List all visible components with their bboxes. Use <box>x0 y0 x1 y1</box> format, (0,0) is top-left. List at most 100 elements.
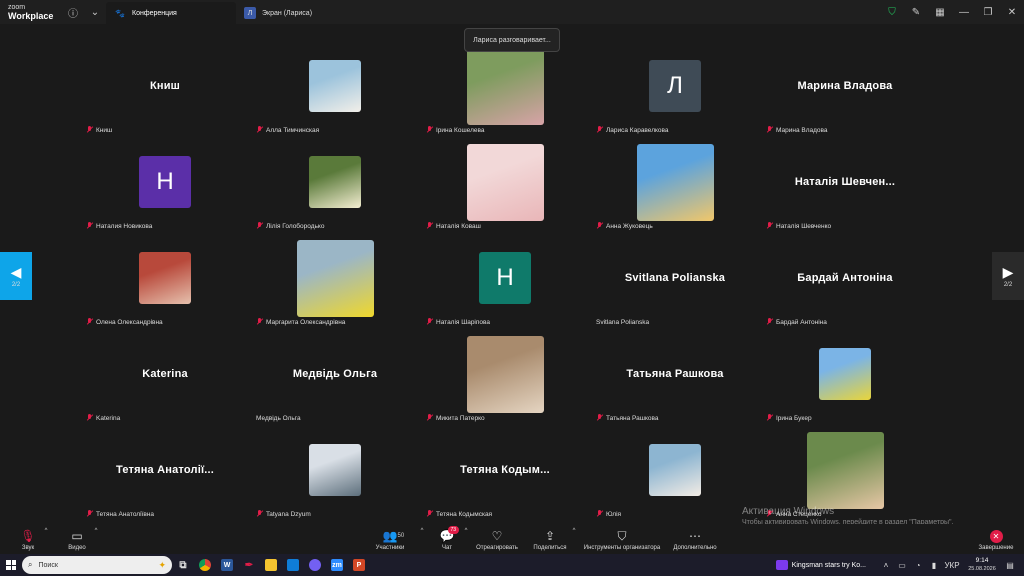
chevron-down-icon[interactable]: ⌄ <box>84 0 106 24</box>
participant-name-label: Марина Владова <box>766 126 828 134</box>
participant-tile[interactable]: Svitlana Polianska Svitlana Polianska <box>590 238 760 334</box>
volume-icon[interactable]: ◔ <box>910 561 926 570</box>
participant-tile[interactable]: Марина Владова Марина Владова <box>760 46 930 142</box>
participant-name-label: Анна Жуковець <box>596 222 653 230</box>
pen-app-icon[interactable]: ✒ <box>238 554 260 576</box>
mic-muted-icon <box>256 126 263 134</box>
participant-name-label: Алла Тимчинская <box>256 126 319 134</box>
share-button[interactable]: ⇪ Поделиться <box>530 526 570 554</box>
shield-icon[interactable]: ⛉ <box>880 0 904 24</box>
host-tools-button[interactable]: ⛉ Инструменты организатора <box>580 526 664 554</box>
audio-button[interactable]: 🎙 Звук <box>14 526 42 554</box>
tab-meeting[interactable]: 🐾 Конференция <box>106 2 236 24</box>
word-icon[interactable]: W <box>216 554 238 576</box>
participant-video-area: Л <box>590 46 760 126</box>
participant-video-area <box>420 334 590 414</box>
chat-button[interactable]: 💬 73 Чат <box>434 526 460 554</box>
participant-tile[interactable]: Тетяна Анатолії... Тетяна Анатоліївна <box>80 430 250 526</box>
participant-tile[interactable]: Татьяна Рашкова Татьяна Рашкова <box>590 334 760 430</box>
participant-name-label: Бардай Антоніна <box>766 318 827 326</box>
participant-tile[interactable]: Медвідь Ольга Медвідь Ольга <box>250 334 420 430</box>
participant-name: Юлія <box>606 510 622 518</box>
participant-name-label: Наталія Шаріпова <box>426 318 490 326</box>
chevron-up-icon[interactable]: ˄ <box>878 561 894 570</box>
mic-muted-icon <box>596 414 603 422</box>
chrome-icon[interactable] <box>194 554 216 576</box>
audio-label: Звук <box>21 545 35 551</box>
participant-name-label: Katerina <box>86 414 120 422</box>
title-bar-actions: ⛉ ✎ ▦ — ❐ ✕ <box>880 0 1024 24</box>
participants-options-caret[interactable]: ^ <box>418 526 426 554</box>
video-button[interactable]: ▭ Видео <box>62 526 92 554</box>
share-screen-icon: ⇪ <box>544 529 556 543</box>
participant-tile[interactable]: Ірина Кошелева <box>420 46 590 142</box>
network-icon[interactable]: ▭ <box>894 561 910 570</box>
participant-photo-man-cap <box>466 335 544 413</box>
participant-tile[interactable]: Юлія <box>590 430 760 526</box>
end-meeting-button[interactable]: ✕ Завершение <box>976 526 1016 554</box>
participant-name-label: Наталія Коваш <box>426 222 481 230</box>
participant-display-name: Татьяна Рашкова <box>626 368 724 380</box>
next-page-button[interactable]: ▶ 2/2 <box>992 252 1024 300</box>
participant-name-label: Маргарита Олександрівна <box>256 318 345 326</box>
photos-icon[interactable] <box>282 554 304 576</box>
audio-options-caret[interactable]: ^ <box>42 526 50 554</box>
participant-name-label: Олена Олександрівна <box>86 318 163 326</box>
participant-tile[interactable]: Tatyana Dzyum <box>250 430 420 526</box>
info-icon[interactable]: ⓘ <box>62 0 84 24</box>
video-options-caret[interactable]: ^ <box>92 526 100 554</box>
zoom-app-icon[interactable]: zm <box>326 554 348 576</box>
clock[interactable]: 9:14 25.08.2026 <box>962 557 1002 573</box>
participant-name-label: Медвідь Ольга <box>256 415 301 422</box>
viber-icon[interactable] <box>304 554 326 576</box>
participant-tile[interactable]: Маргарита Олександрівна <box>250 238 420 334</box>
participant-tile[interactable]: Алла Тимчинская <box>250 46 420 142</box>
powerpoint-icon[interactable]: P <box>348 554 370 576</box>
participant-tile[interactable]: Книш Книш <box>80 46 250 142</box>
participant-tile[interactable]: Н Наталия Новикова <box>80 142 250 238</box>
arrow-right-icon: ▶ <box>1002 264 1014 280</box>
participant-tile[interactable]: Бардай Антоніна Бардай Антоніна <box>760 238 930 334</box>
news-widget[interactable]: Kingsman stars try Ko... <box>775 560 866 570</box>
tab-screen-share[interactable]: Л Экран (Лариса) <box>236 2 386 24</box>
grid-view-icon[interactable]: ▦ <box>928 0 952 24</box>
restore-icon[interactable]: ❐ <box>976 0 1000 24</box>
participant-name-label: Наталия Новикова <box>86 222 152 230</box>
participant-tile[interactable]: Олена Олександрівна <box>80 238 250 334</box>
participant-name: Наталия Новикова <box>96 222 153 230</box>
participants-button[interactable]: 👥 50 Участники <box>370 526 410 554</box>
start-button[interactable] <box>0 554 22 576</box>
more-button[interactable]: ⋯ Дополнительно <box>670 526 720 554</box>
language-indicator[interactable]: УКР <box>942 561 962 570</box>
task-view-icon[interactable]: ⧉ <box>172 554 194 576</box>
participant-video-area <box>250 46 420 126</box>
participant-name-label: Микита Патерко <box>426 414 485 422</box>
participant-tile[interactable]: Тетяна Кодым... Тетяна Кодымская <box>420 430 590 526</box>
magic-wand-icon[interactable]: ✎ <box>904 0 928 24</box>
chat-options-caret[interactable]: ^ <box>462 526 470 554</box>
participant-tile[interactable]: Наталія Шевчен... Наталія Шевченко <box>760 142 930 238</box>
notification-icon[interactable]: ▤ <box>1002 561 1018 570</box>
participant-tile[interactable]: Микита Патерко <box>420 334 590 430</box>
participant-tile[interactable]: Лілія Голобородько <box>250 142 420 238</box>
participant-tile[interactable]: Л Лариса Каравелкова <box>590 46 760 142</box>
participant-tile[interactable]: Ірина Букер <box>760 334 930 430</box>
taskbar-search[interactable]: ⌕ Поиск ✦ <box>22 556 172 574</box>
paw-icon: 🐾 <box>115 8 125 18</box>
participant-display-name: Svitlana Polianska <box>624 272 726 284</box>
prev-page-button[interactable]: ◀ 2/2 <box>0 252 32 300</box>
file-explorer-icon[interactable] <box>260 554 282 576</box>
meeting-controls: 🎙 Звук ^ ▭ Видео ^ 👥 50 Участники ^ 💬 73 Ч… <box>0 524 1024 554</box>
react-button[interactable]: ♡ Отреагировать <box>474 526 520 554</box>
minimize-icon[interactable]: — <box>952 0 976 24</box>
share-options-caret[interactable]: ^ <box>570 526 578 554</box>
participant-tile[interactable]: Анна Жуковець <box>590 142 760 238</box>
close-icon[interactable]: ✕ <box>1000 0 1024 24</box>
page-indicator-right: 2/2 <box>1003 282 1013 288</box>
participant-tile[interactable]: Н Наталія Шаріпова <box>420 238 590 334</box>
participant-name-label: Тетяна Анатоліївна <box>86 510 154 518</box>
mic-muted-icon <box>256 318 263 326</box>
participant-tile[interactable]: Katerina Katerina <box>80 334 250 430</box>
participant-tile[interactable]: Наталія Коваш <box>420 142 590 238</box>
battery-icon[interactable]: ▮ <box>926 561 942 570</box>
